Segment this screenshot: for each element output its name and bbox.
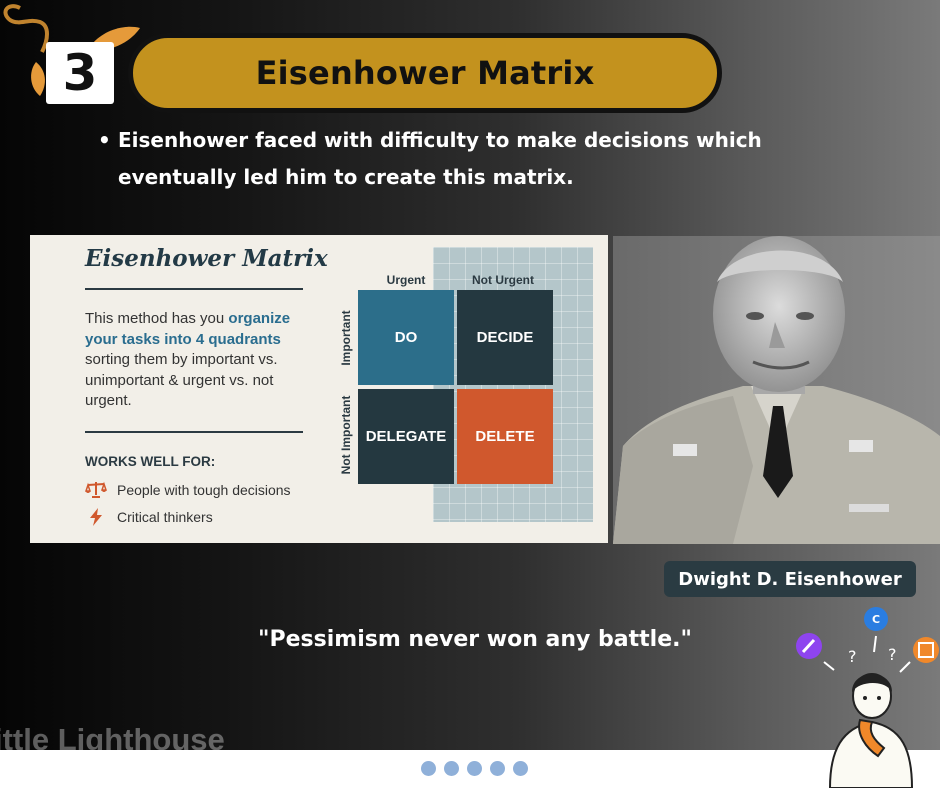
pagination-dots — [421, 761, 528, 776]
description-text: This method has you — [85, 310, 229, 327]
works-item-label: People with tough decisions — [117, 482, 291, 498]
page-dot[interactable] — [513, 761, 528, 776]
eisenhower-portrait — [613, 236, 940, 544]
row-header-not-important: Not Important — [339, 395, 353, 475]
page-dot[interactable] — [490, 761, 505, 776]
infographic-description: This method has you organize your tasks … — [85, 309, 315, 412]
page-dot[interactable] — [421, 761, 436, 776]
infographic-title: Eisenhower Matrix — [85, 245, 328, 272]
works-item-tough-decisions: People with tough decisions — [85, 481, 291, 499]
column-header-not-urgent: Not Urgent — [472, 273, 534, 287]
divider — [85, 288, 303, 290]
works-item-critical-thinkers: Critical thinkers — [85, 508, 213, 526]
svg-text:C: C — [872, 613, 880, 626]
quadrant-delete: DELETE — [457, 389, 553, 484]
svg-text:?: ? — [848, 647, 857, 666]
slide-number-badge: 3 — [46, 42, 114, 104]
row-header-important: Important — [339, 310, 353, 366]
page-dot[interactable] — [467, 761, 482, 776]
thinking-person-illustration: C ? ? — [796, 607, 939, 788]
scales-icon — [85, 481, 107, 498]
quadrant-decide: DECIDE — [457, 290, 553, 385]
description-text-end: sorting them by important vs. unimportan… — [85, 351, 278, 409]
portrait-caption: Dwight D. Eisenhower — [664, 561, 916, 597]
works-item-label: Critical thinkers — [117, 509, 213, 525]
page-dot[interactable] — [444, 761, 459, 776]
matrix-infographic: Eisenhower Matrix This method has you or… — [30, 235, 608, 543]
watermark: ittle Lighthouse — [0, 722, 225, 750]
svg-text:?: ? — [888, 645, 897, 664]
quadrant-do: DO — [358, 290, 454, 385]
works-well-label: WORKS WELL FOR: — [85, 454, 216, 469]
quote-text: "Pessimism never won any battle." — [258, 627, 692, 652]
bullet-list: Eisenhower faced with difficulty to make… — [96, 122, 886, 196]
lightning-icon — [90, 508, 102, 526]
bullet-item: Eisenhower faced with difficulty to make… — [98, 122, 886, 196]
quadrant-delegate: DELEGATE — [358, 389, 454, 484]
slide-title-banner: Eisenhower Matrix — [128, 33, 722, 113]
column-header-urgent: Urgent — [386, 273, 426, 287]
divider — [85, 431, 303, 433]
slide-title: Eisenhower Matrix — [255, 54, 595, 92]
